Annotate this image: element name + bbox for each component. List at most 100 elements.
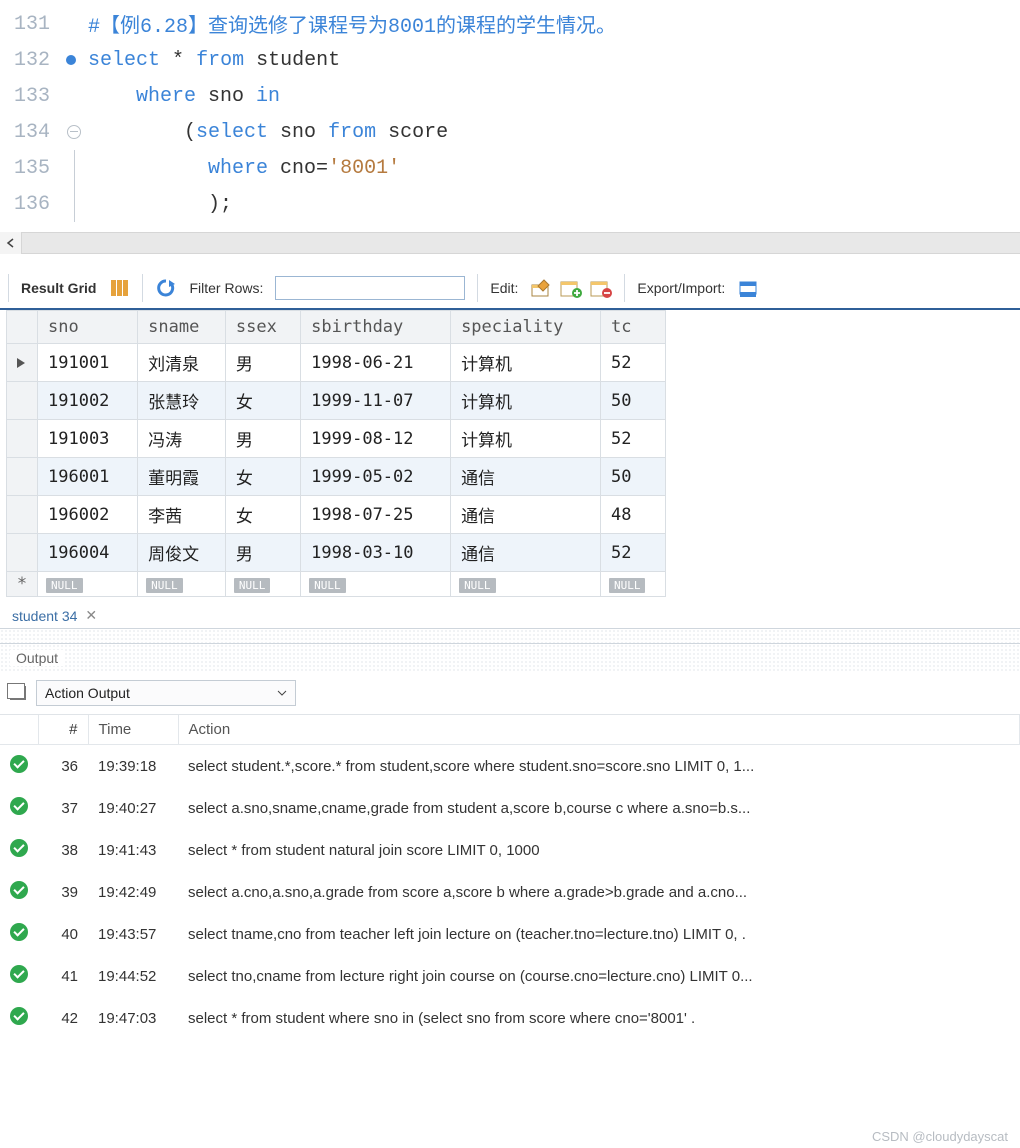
- table-row[interactable]: 196004周俊文男1998-03-10通信52: [7, 534, 666, 572]
- result-tab[interactable]: student 34: [12, 608, 77, 624]
- delete-row-icon[interactable]: [590, 277, 612, 299]
- cell[interactable]: 1999-05-02: [301, 458, 451, 496]
- result-grid-table[interactable]: snosnamessexsbirthdayspecialitytc 191001…: [6, 310, 666, 597]
- action-number: 38: [38, 829, 88, 871]
- cell[interactable]: 男: [225, 344, 300, 382]
- table-row[interactable]: 191002张慧玲女1999-11-07计算机50: [7, 382, 666, 420]
- cell[interactable]: 1999-11-07: [301, 382, 451, 420]
- fold-gutter[interactable]: [60, 125, 88, 139]
- table-row[interactable]: 191003冯涛男1999-08-12计算机52: [7, 420, 666, 458]
- cell[interactable]: 李茜: [138, 496, 226, 534]
- editor-horizontal-scrollbar[interactable]: [0, 232, 1020, 254]
- cell[interactable]: 191001: [38, 344, 138, 382]
- code-content[interactable]: select * from student: [88, 49, 340, 72]
- panel-divider[interactable]: [0, 628, 1020, 644]
- code-line[interactable]: 133 where sno in: [0, 78, 1020, 114]
- output-type-select[interactable]: Action Output: [36, 680, 296, 706]
- cell[interactable]: 女: [225, 382, 300, 420]
- add-row-icon[interactable]: [560, 277, 582, 299]
- cell[interactable]: 52: [600, 344, 665, 382]
- sql-editor[interactable]: 131#【例6.28】查询选修了课程号为8001的课程的学生情况。132sele…: [0, 0, 1020, 232]
- current-row-icon[interactable]: [7, 344, 38, 382]
- cell[interactable]: 通信: [451, 534, 601, 572]
- column-header[interactable]: sno: [38, 311, 138, 344]
- code-content[interactable]: where sno in: [88, 85, 280, 108]
- cell[interactable]: 女: [225, 458, 300, 496]
- fold-collapse-icon[interactable]: [67, 125, 81, 139]
- close-tab-icon[interactable]: ✕: [85, 607, 97, 624]
- breakpoint-icon[interactable]: [66, 55, 76, 65]
- cell[interactable]: 通信: [451, 496, 601, 534]
- column-header[interactable]: sbirthday: [301, 311, 451, 344]
- edit-row-icon[interactable]: [530, 277, 552, 299]
- filter-rows-input[interactable]: [275, 276, 465, 300]
- table-row[interactable]: 191001刘清泉男1998-06-21计算机52: [7, 344, 666, 382]
- cell[interactable]: 191002: [38, 382, 138, 420]
- cell[interactable]: 计算机: [451, 420, 601, 458]
- code-line[interactable]: 131#【例6.28】查询选修了课程号为8001的课程的学生情况。: [0, 6, 1020, 42]
- action-row[interactable]: 3919:42:49select a.cno,a.sno,a.grade fro…: [0, 871, 1020, 913]
- status-ok-icon: [10, 965, 28, 983]
- action-number: 37: [38, 787, 88, 829]
- code-content[interactable]: );: [88, 193, 232, 216]
- windows-icon[interactable]: [10, 686, 26, 700]
- cell[interactable]: 董明霞: [138, 458, 226, 496]
- cell[interactable]: 196004: [38, 534, 138, 572]
- action-row[interactable]: 4019:43:57select tname,cno from teacher …: [0, 913, 1020, 955]
- action-row[interactable]: 3819:41:43select * from student natural …: [0, 829, 1020, 871]
- fold-gutter[interactable]: [60, 186, 88, 222]
- null-badge: NULL: [46, 578, 83, 593]
- cell[interactable]: 196002: [38, 496, 138, 534]
- action-row[interactable]: 3619:39:18select student.*,score.* from …: [0, 745, 1020, 788]
- output-type-label: Action Output: [45, 685, 130, 701]
- cell[interactable]: 计算机: [451, 344, 601, 382]
- column-header[interactable]: sname: [138, 311, 226, 344]
- code-line[interactable]: 134 (select sno from score: [0, 114, 1020, 150]
- code-line[interactable]: 136 );: [0, 186, 1020, 222]
- cell[interactable]: 张慧玲: [138, 382, 226, 420]
- code-line[interactable]: 135 where cno='8001': [0, 150, 1020, 186]
- cell[interactable]: 1998-07-25: [301, 496, 451, 534]
- cell[interactable]: 刘清泉: [138, 344, 226, 382]
- code-content[interactable]: (select sno from score: [88, 121, 448, 144]
- action-row[interactable]: 3719:40:27select a.sno,sname,cname,grade…: [0, 787, 1020, 829]
- scroll-left-icon[interactable]: [0, 232, 22, 254]
- cell[interactable]: 52: [600, 420, 665, 458]
- cell[interactable]: 通信: [451, 458, 601, 496]
- table-row[interactable]: 196002李茜女1998-07-25通信48: [7, 496, 666, 534]
- cell[interactable]: 男: [225, 534, 300, 572]
- cell[interactable]: 计算机: [451, 382, 601, 420]
- column-header[interactable]: tc: [600, 311, 665, 344]
- code-line[interactable]: 132select * from student: [0, 42, 1020, 78]
- action-row[interactable]: 4219:47:03select * from student where sn…: [0, 997, 1020, 1039]
- cell[interactable]: 1999-08-12: [301, 420, 451, 458]
- cell[interactable]: 男: [225, 420, 300, 458]
- grid-view-icon[interactable]: [108, 277, 130, 299]
- cell[interactable]: 1998-06-21: [301, 344, 451, 382]
- code-content[interactable]: where cno='8001': [88, 157, 400, 180]
- cell[interactable]: 191003: [38, 420, 138, 458]
- new-row[interactable]: *NULLNULLNULLNULLNULLNULL: [7, 572, 666, 597]
- column-header[interactable]: ssex: [225, 311, 300, 344]
- cell[interactable]: 48: [600, 496, 665, 534]
- column-header[interactable]: speciality: [451, 311, 601, 344]
- cell[interactable]: 周俊文: [138, 534, 226, 572]
- refresh-icon[interactable]: [155, 277, 177, 299]
- scrollbar-track[interactable]: [22, 233, 1020, 253]
- code-content[interactable]: #【例6.28】查询选修了课程号为8001的课程的学生情况。: [88, 9, 616, 39]
- new-row-marker[interactable]: *: [7, 572, 38, 597]
- action-output-table[interactable]: # Time Action 3619:39:18select student.*…: [0, 715, 1020, 1039]
- action-text: select a.cno,a.sno,a.grade from score a,…: [178, 871, 1020, 913]
- cell[interactable]: 冯涛: [138, 420, 226, 458]
- cell[interactable]: 50: [600, 382, 665, 420]
- action-row[interactable]: 4119:44:52select tno,cname from lecture …: [0, 955, 1020, 997]
- cell[interactable]: 1998-03-10: [301, 534, 451, 572]
- cell[interactable]: 50: [600, 458, 665, 496]
- cell[interactable]: 196001: [38, 458, 138, 496]
- table-row[interactable]: 196001董明霞女1999-05-02通信50: [7, 458, 666, 496]
- export-import-icon[interactable]: [737, 277, 759, 299]
- cell[interactable]: 女: [225, 496, 300, 534]
- status-ok-icon: [10, 1007, 28, 1025]
- cell[interactable]: 52: [600, 534, 665, 572]
- fold-gutter[interactable]: [60, 150, 88, 186]
